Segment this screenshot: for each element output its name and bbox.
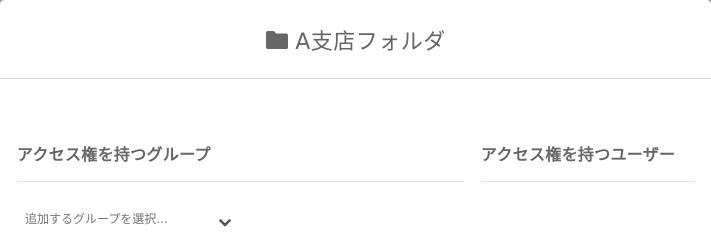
group-select-placeholder: 追加するグループを選択... (25, 211, 168, 226)
users-divider (481, 181, 695, 182)
chevron-down-icon (219, 213, 231, 227)
groups-divider (17, 181, 464, 182)
groups-section-title: アクセス権を持つグループ (17, 145, 211, 164)
folder-access-modal: A支店フォルダ アクセス権を持つグループ 追加するグループを選択... アクセス… (0, 0, 711, 245)
users-section-title: アクセス権を持つユーザー (481, 145, 676, 164)
group-select-dropdown[interactable]: 追加するグループを選択... (17, 201, 237, 235)
modal-header: A支店フォルダ (0, 0, 711, 79)
folder-icon (265, 30, 289, 50)
modal-title: A支店フォルダ (295, 30, 446, 55)
